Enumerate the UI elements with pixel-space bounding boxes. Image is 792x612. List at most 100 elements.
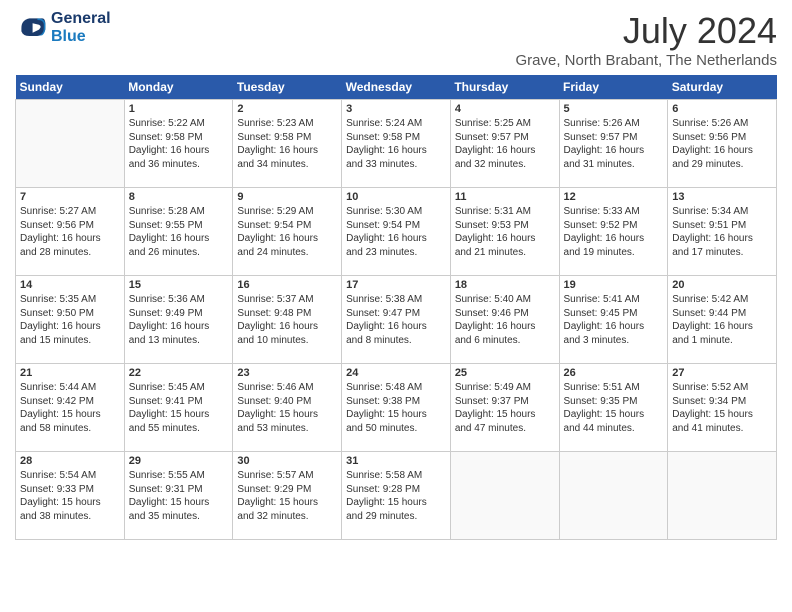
day-info: Sunrise: 5:35 AM Sunset: 9:50 PM Dayligh… (20, 293, 120, 347)
day-number: 10 (346, 191, 446, 203)
day-info: Sunrise: 5:51 AM Sunset: 9:35 PM Dayligh… (564, 381, 664, 435)
day-number: 31 (346, 455, 446, 467)
day-number: 12 (564, 191, 664, 203)
day-number: 17 (346, 279, 446, 291)
day-info: Sunrise: 5:24 AM Sunset: 9:58 PM Dayligh… (346, 117, 446, 171)
day-number: 25 (455, 367, 555, 379)
table-row: 18 Sunrise: 5:40 AM Sunset: 9:46 PM Dayli… (450, 276, 559, 364)
calendar-header-row: Sunday Monday Tuesday Wednesday Thursday… (16, 75, 777, 100)
table-row (559, 452, 668, 540)
header-thursday: Thursday (450, 75, 559, 100)
day-info: Sunrise: 5:38 AM Sunset: 9:47 PM Dayligh… (346, 293, 446, 347)
table-row: 27 Sunrise: 5:52 AM Sunset: 9:34 PM Dayli… (668, 364, 777, 452)
day-info: Sunrise: 5:22 AM Sunset: 9:58 PM Dayligh… (129, 117, 229, 171)
day-number: 23 (237, 367, 337, 379)
table-row (450, 452, 559, 540)
table-row: 30Sunrise: 5:57 AM Sunset: 9:29 PM Dayli… (233, 452, 342, 540)
day-number: 13 (672, 191, 772, 203)
table-row: 23 Sunrise: 5:46 AM Sunset: 9:40 PM Dayli… (233, 364, 342, 452)
logo: General Blue (15, 10, 111, 45)
header-saturday: Saturday (668, 75, 777, 100)
day-info: Sunrise: 5:36 AM Sunset: 9:49 PM Dayligh… (129, 293, 229, 347)
table-row: 20 Sunrise: 5:42 AM Sunset: 9:44 PM Dayli… (668, 276, 777, 364)
table-row: 21 Sunrise: 5:44 AM Sunset: 9:42 PM Dayli… (16, 364, 125, 452)
day-number: 7 (20, 191, 120, 203)
day-info: Sunrise: 5:54 AM Sunset: 9:33 PM Dayligh… (20, 469, 120, 523)
day-number: 11 (455, 191, 555, 203)
day-number: 5 (564, 103, 664, 115)
calendar-week-row: 1 Sunrise: 5:22 AM Sunset: 9:58 PM Daylig… (16, 100, 777, 188)
table-row (16, 100, 125, 188)
table-row: 16 Sunrise: 5:37 AM Sunset: 9:48 PM Dayli… (233, 276, 342, 364)
day-number: 19 (564, 279, 664, 291)
table-row: 4 Sunrise: 5:25 AM Sunset: 9:57 PM Daylig… (450, 100, 559, 188)
header-sunday: Sunday (16, 75, 125, 100)
table-row: 9 Sunrise: 5:29 AM Sunset: 9:54 PM Daylig… (233, 188, 342, 276)
table-row: 3 Sunrise: 5:24 AM Sunset: 9:58 PM Daylig… (342, 100, 451, 188)
page-header: General Blue July 2024 Grave, North Brab… (15, 10, 777, 69)
day-info: Sunrise: 5:37 AM Sunset: 9:48 PM Dayligh… (237, 293, 337, 347)
day-info: Sunrise: 5:26 AM Sunset: 9:57 PM Dayligh… (564, 117, 664, 171)
day-number: 9 (237, 191, 337, 203)
calendar-week-row: 28Sunrise: 5:54 AM Sunset: 9:33 PM Dayli… (16, 452, 777, 540)
day-info: Sunrise: 5:46 AM Sunset: 9:40 PM Dayligh… (237, 381, 337, 435)
day-info: Sunrise: 5:26 AM Sunset: 9:56 PM Dayligh… (672, 117, 772, 171)
table-row: 14 Sunrise: 5:35 AM Sunset: 9:50 PM Dayli… (16, 276, 125, 364)
day-number: 18 (455, 279, 555, 291)
table-row: 22 Sunrise: 5:45 AM Sunset: 9:41 PM Dayli… (124, 364, 233, 452)
day-info: Sunrise: 5:28 AM Sunset: 9:55 PM Dayligh… (129, 205, 229, 259)
table-row: 7 Sunrise: 5:27 AM Sunset: 9:56 PM Daylig… (16, 188, 125, 276)
title-area: July 2024 Grave, North Brabant, The Neth… (515, 10, 777, 69)
day-number: 22 (129, 367, 229, 379)
day-info: Sunrise: 5:44 AM Sunset: 9:42 PM Dayligh… (20, 381, 120, 435)
table-row: 29Sunrise: 5:55 AM Sunset: 9:31 PM Dayli… (124, 452, 233, 540)
logo-icon (15, 12, 47, 44)
calendar-table: Sunday Monday Tuesday Wednesday Thursday… (15, 75, 777, 540)
day-number: 14 (20, 279, 120, 291)
day-number: 29 (129, 455, 229, 467)
table-row: 13Sunrise: 5:34 AM Sunset: 9:51 PM Dayli… (668, 188, 777, 276)
table-row: 11Sunrise: 5:31 AM Sunset: 9:53 PM Dayli… (450, 188, 559, 276)
table-row: 15Sunrise: 5:36 AM Sunset: 9:49 PM Dayli… (124, 276, 233, 364)
table-row: 6Sunrise: 5:26 AM Sunset: 9:56 PM Daylig… (668, 100, 777, 188)
day-info: Sunrise: 5:42 AM Sunset: 9:44 PM Dayligh… (672, 293, 772, 347)
table-row: 19Sunrise: 5:41 AM Sunset: 9:45 PM Dayli… (559, 276, 668, 364)
day-number: 4 (455, 103, 555, 115)
day-number: 21 (20, 367, 120, 379)
logo-text: General Blue (51, 10, 111, 45)
table-row: 5 Sunrise: 5:26 AM Sunset: 9:57 PM Daylig… (559, 100, 668, 188)
day-number: 16 (237, 279, 337, 291)
table-row: 12 Sunrise: 5:33 AM Sunset: 9:52 PM Dayli… (559, 188, 668, 276)
table-row: 31 Sunrise: 5:58 AM Sunset: 9:28 PM Dayli… (342, 452, 451, 540)
table-row: 26Sunrise: 5:51 AM Sunset: 9:35 PM Dayli… (559, 364, 668, 452)
day-info: Sunrise: 5:33 AM Sunset: 9:52 PM Dayligh… (564, 205, 664, 259)
table-row: 17 Sunrise: 5:38 AM Sunset: 9:47 PM Dayli… (342, 276, 451, 364)
table-row: 2Sunrise: 5:23 AM Sunset: 9:58 PM Daylig… (233, 100, 342, 188)
day-number: 3 (346, 103, 446, 115)
day-info: Sunrise: 5:25 AM Sunset: 9:57 PM Dayligh… (455, 117, 555, 171)
day-number: 8 (129, 191, 229, 203)
day-number: 27 (672, 367, 772, 379)
day-info: Sunrise: 5:45 AM Sunset: 9:41 PM Dayligh… (129, 381, 229, 435)
day-number: 30 (237, 455, 337, 467)
header-tuesday: Tuesday (233, 75, 342, 100)
day-info: Sunrise: 5:27 AM Sunset: 9:56 PM Dayligh… (20, 205, 120, 259)
table-row: 28Sunrise: 5:54 AM Sunset: 9:33 PM Dayli… (16, 452, 125, 540)
table-row: 8 Sunrise: 5:28 AM Sunset: 9:55 PM Daylig… (124, 188, 233, 276)
calendar-week-row: 21 Sunrise: 5:44 AM Sunset: 9:42 PM Dayli… (16, 364, 777, 452)
day-info: Sunrise: 5:48 AM Sunset: 9:38 PM Dayligh… (346, 381, 446, 435)
header-friday: Friday (559, 75, 668, 100)
day-number: 24 (346, 367, 446, 379)
table-row (668, 452, 777, 540)
table-row: 25Sunrise: 5:49 AM Sunset: 9:37 PM Dayli… (450, 364, 559, 452)
header-monday: Monday (124, 75, 233, 100)
day-number: 1 (129, 103, 229, 115)
day-info: Sunrise: 5:52 AM Sunset: 9:34 PM Dayligh… (672, 381, 772, 435)
table-row: 10Sunrise: 5:30 AM Sunset: 9:54 PM Dayli… (342, 188, 451, 276)
day-number: 20 (672, 279, 772, 291)
logo-line1: General (51, 10, 111, 28)
day-info: Sunrise: 5:40 AM Sunset: 9:46 PM Dayligh… (455, 293, 555, 347)
day-info: Sunrise: 5:23 AM Sunset: 9:58 PM Dayligh… (237, 117, 337, 171)
day-info: Sunrise: 5:58 AM Sunset: 9:28 PM Dayligh… (346, 469, 446, 523)
day-info: Sunrise: 5:29 AM Sunset: 9:54 PM Dayligh… (237, 205, 337, 259)
